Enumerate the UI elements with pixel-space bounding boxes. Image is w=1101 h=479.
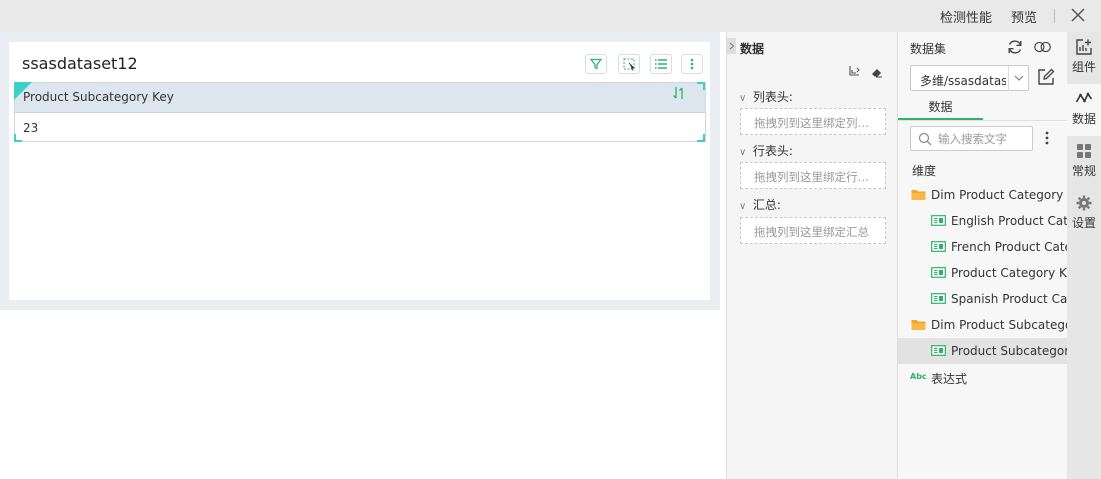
data-icon [1075, 92, 1093, 103]
dimension-label: 维度 [912, 164, 937, 178]
tree-label: Product Category Key [951, 266, 1067, 280]
tab-data[interactable]: 数据 [898, 98, 983, 121]
tree-label: 表达式 [931, 372, 968, 386]
tab-divider [898, 120, 1067, 121]
tree-field-product-subcategory-key[interactable]: Product Subcategory Key [898, 338, 1067, 364]
rail-label: 数据 [1071, 112, 1096, 126]
rail-label: 设置 [1071, 216, 1096, 230]
chevron-down-icon: ∨ [739, 147, 747, 158]
field-icon [931, 293, 946, 304]
dataset-select-arrow[interactable] [1008, 66, 1029, 90]
row-header-section[interactable]: ∨ 行表头: [739, 142, 793, 159]
chevron-right-icon [729, 42, 734, 50]
more-vertical-icon [690, 58, 694, 70]
tree-folder-dim-product-category[interactable]: Dim Product Category [898, 182, 1067, 208]
tree-label: Dim Product Subcategory [931, 318, 1067, 332]
summary-drop-zone[interactable]: 拖拽列到这里绑定汇总 [740, 217, 886, 244]
top-bar: 检测性能 预览 [0, 0, 1101, 32]
component-icon [1076, 39, 1092, 55]
sort-icon[interactable] [671, 85, 687, 101]
tree-field-product-category-key[interactable]: Product Category Key [898, 260, 1067, 286]
section-label: 汇总: [752, 198, 781, 212]
chevron-down-icon: ∨ [739, 93, 747, 104]
chevron-down-icon: ∨ [739, 201, 747, 212]
list-icon [655, 59, 667, 69]
eraser-icon[interactable] [870, 65, 884, 79]
general-icon [1077, 144, 1091, 158]
data-binding-panel: 数据 ∨ 列表头: 拖拽列到这里绑定列… ∨ 行表头: 拖拽列到这里绑定行… ∨… [726, 32, 898, 479]
tree-label: English Product Category Name [951, 214, 1067, 228]
check-performance-link[interactable]: 检测性能 [940, 7, 992, 26]
field-icon [931, 345, 946, 356]
link-dataset-icon[interactable] [1033, 37, 1053, 57]
tree-label: Dim Product Category [931, 188, 1064, 202]
tree-folder-dim-product-subcategory[interactable]: Dim Product Subcategory [898, 312, 1067, 338]
selection-handle-top-right[interactable] [697, 82, 705, 90]
column-header[interactable]: Product Subcategory Key [23, 90, 174, 104]
more-menu-button[interactable] [681, 54, 703, 74]
dataset-select-value: 多维/ssasdataset12 [920, 74, 1006, 88]
folder-icon [911, 320, 926, 330]
tree-field-french-product-category-name[interactable]: French Product Category Name [898, 234, 1067, 260]
dataset-select[interactable]: 多维/ssasdataset12 [910, 65, 1029, 91]
selection-handle-bottom-right[interactable] [697, 134, 705, 142]
field-icon [931, 241, 946, 252]
tree-label: Spanish Product Category Name [951, 292, 1067, 306]
dataset-title: 数据集 [910, 42, 947, 56]
search-icon [918, 132, 932, 146]
table-header-row: Product Subcategory Key [15, 83, 705, 113]
list-view-button[interactable] [650, 54, 672, 74]
report-canvas: ssasdataset12 Product Subcategory Key 23 [0, 32, 720, 310]
tree-expression[interactable]: Abc 表达式 [898, 364, 1067, 390]
table-widget[interactable]: ssasdataset12 Product Subcategory Key 23 [9, 42, 710, 300]
close-icon[interactable] [1068, 5, 1088, 25]
widget-title: ssasdataset12 [22, 54, 138, 73]
column-header-drop-zone[interactable]: 拖拽列到这里绑定列… [740, 108, 886, 135]
tree-label: French Product Category Name [951, 240, 1067, 254]
chevron-down-icon [1014, 75, 1024, 81]
table-cell[interactable]: 23 [23, 121, 38, 135]
search-box [910, 126, 1033, 151]
select-cursor-icon [623, 58, 635, 71]
expression-badge-icon: Abc [910, 372, 927, 381]
rail-label: 组件 [1071, 60, 1096, 74]
filter-button[interactable] [585, 54, 607, 74]
section-label: 行表头: [752, 144, 793, 158]
field-icon [931, 215, 946, 226]
search-input[interactable] [938, 130, 1030, 148]
collapse-panel-toggle[interactable] [727, 38, 736, 54]
refresh-icon[interactable] [1005, 37, 1025, 57]
tree-label: Product Subcategory Key [951, 344, 1067, 358]
field-icon [931, 267, 946, 278]
rail-tab-general[interactable]: 常规 [1067, 136, 1101, 188]
column-header-section[interactable]: ∨ 列表头: [739, 88, 793, 105]
rail-tab-component[interactable]: 组件 [1067, 32, 1101, 84]
right-tab-rail: 组件 数据 常规 设置 [1067, 32, 1101, 479]
tree-field-english-product-category-name[interactable]: English Product Category Name [898, 208, 1067, 234]
dataset-panel: 数据集 多维/ssasdataset12 数据 维度 Dim Product C… [898, 32, 1067, 479]
tree-field-spanish-product-category-name[interactable]: Spanish Product Category Name [898, 286, 1067, 312]
rail-tab-settings[interactable]: 设置 [1067, 188, 1101, 240]
data-panel-title: 数据 [740, 42, 765, 56]
folder-icon [911, 190, 926, 200]
filter-icon [590, 58, 602, 70]
swap-axes-icon[interactable] [847, 65, 861, 79]
selection-corner-marker [14, 82, 32, 100]
settings-icon [1076, 195, 1092, 211]
preview-link[interactable]: 预览 [1011, 7, 1037, 26]
more-vertical-icon[interactable] [1042, 130, 1052, 146]
section-label: 列表头: [752, 90, 793, 104]
rail-label: 常规 [1071, 164, 1096, 178]
selection-handle-bottom-left[interactable] [14, 134, 22, 142]
select-button[interactable] [618, 54, 640, 74]
row-header-drop-zone[interactable]: 拖拽列到这里绑定行… [740, 162, 886, 189]
top-divider [1054, 9, 1055, 23]
rail-tab-data[interactable]: 数据 [1067, 84, 1101, 136]
edit-dataset-icon[interactable] [1036, 67, 1056, 87]
data-table[interactable]: Product Subcategory Key 23 [14, 82, 706, 142]
summary-section[interactable]: ∨ 汇总: [739, 196, 781, 213]
